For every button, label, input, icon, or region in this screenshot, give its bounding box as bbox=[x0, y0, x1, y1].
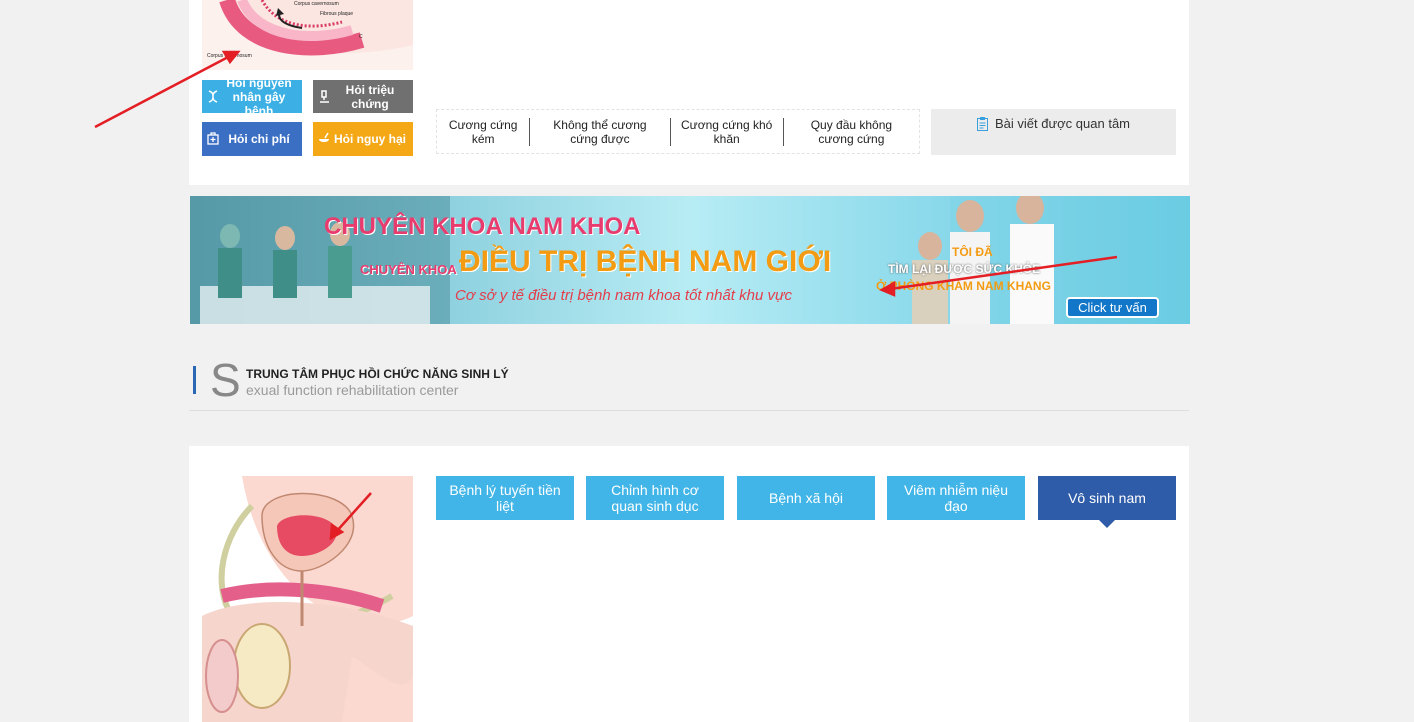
banner-testimonial-1: TÔI ĐÃ bbox=[952, 245, 993, 259]
section-title: TRUNG TÂM PHỤC HỒI CHỨC NĂNG SINH LÝ bbox=[246, 367, 509, 381]
active-caret-icon bbox=[1099, 520, 1115, 528]
tab-cannot-erect[interactable]: Không thể cương cứng được bbox=[530, 117, 671, 146]
ask-symptom-button[interactable]: Hỏi triệu chứng bbox=[313, 80, 413, 113]
anatomy-label: Corpus cavernosum bbox=[207, 53, 252, 59]
category-genital-surgery[interactable]: Chỉnh hình cơ quan sinh dục bbox=[586, 476, 724, 520]
tab-glans-not-erect[interactable]: Quy đầu không cương cứng bbox=[784, 118, 919, 146]
ask-cause-label: Hỏi nguyên nhân gây bệnh bbox=[226, 75, 292, 118]
ask-harm-button[interactable]: Hỏi nguy hại bbox=[313, 122, 413, 156]
clipboard-icon bbox=[976, 117, 988, 131]
tab-weak-erection[interactable]: Cương cứng kém bbox=[437, 117, 531, 146]
banner-subtitle: Cơ sở y tế điều trị bệnh nam khoa tốt nh… bbox=[455, 287, 792, 304]
banner-headline: ĐIỀU TRỊ BỆNH NAM GIỚI bbox=[459, 245, 832, 278]
section-subtitle: exual function rehabilitation center bbox=[246, 382, 459, 398]
category-male-infertility[interactable]: Vô sinh nam bbox=[1038, 476, 1176, 528]
ask-cost-button[interactable]: Hỏi chi phí bbox=[202, 122, 302, 156]
category-label: Chỉnh hình cơ quan sinh dục bbox=[611, 482, 699, 514]
ask-harm-label: Hỏi nguy hại bbox=[334, 132, 406, 146]
male-reproductive-anatomy-image bbox=[202, 476, 413, 722]
anatomy-label: C bbox=[359, 34, 363, 40]
category-label: Bệnh xã hội bbox=[769, 490, 843, 506]
microscope-icon bbox=[318, 90, 330, 103]
dna-icon bbox=[207, 90, 219, 103]
anatomy-label: Fibrous plaque bbox=[320, 11, 353, 17]
ask-symptom-label: Hỏi triệu chứng bbox=[345, 82, 395, 111]
section-initial-letter: S bbox=[210, 354, 241, 406]
category-prostate[interactable]: Bệnh lý tuyến tiền liệt bbox=[436, 476, 574, 520]
category-label: Vô sinh nam bbox=[1068, 490, 1146, 506]
mortar-icon bbox=[318, 132, 330, 145]
section-divider bbox=[189, 410, 1189, 411]
related-articles-label: Bài viết được quan tâm bbox=[994, 116, 1130, 131]
consult-button[interactable]: Click tư vấn bbox=[1066, 297, 1159, 318]
anatomy-label: Corpus cavernosum bbox=[294, 1, 339, 7]
ask-cost-label: Hỏi chi phí bbox=[228, 132, 290, 146]
penis-anatomy-image: Corpus cavernosum Fibrous plaque C Corpu… bbox=[202, 0, 413, 70]
banner-testimonial-3: Ở PHÒNG KHÁM NAM KHANG bbox=[876, 279, 1051, 293]
related-articles-header[interactable]: Bài viết được quan tâm bbox=[931, 109, 1176, 155]
medkit-icon bbox=[207, 132, 219, 145]
category-urethritis[interactable]: Viêm nhiễm niệu đạo bbox=[887, 476, 1025, 520]
ask-cause-button[interactable]: Hỏi nguyên nhân gây bệnh bbox=[202, 76, 302, 118]
banner-title: CHUYÊN KHOA NAM KHOA bbox=[324, 213, 641, 240]
category-label: Viêm nhiễm niệu đạo bbox=[903, 482, 1009, 514]
tab-difficult-erection[interactable]: Cương cứng khó khăn bbox=[671, 117, 784, 146]
section-accent-bar bbox=[193, 366, 196, 394]
banner-title-small: CHUYÊN KHOA bbox=[360, 262, 457, 277]
category-label: Bệnh lý tuyến tiền liệt bbox=[449, 482, 561, 514]
banner-testimonial-2: TÌM LẠI ĐƯỢC SỨC KHỎE bbox=[888, 262, 1041, 276]
category-std[interactable]: Bệnh xã hội bbox=[737, 476, 875, 520]
symptom-tabs: Cương cứng kém Không thể cương cứng được… bbox=[436, 109, 920, 154]
